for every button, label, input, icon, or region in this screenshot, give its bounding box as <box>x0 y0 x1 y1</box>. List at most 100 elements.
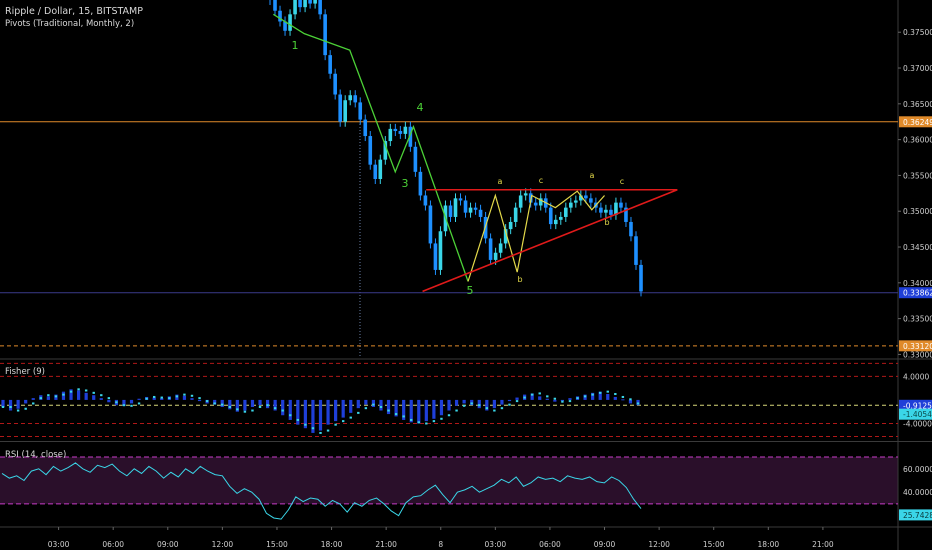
price-tag-label: 0.36249 <box>903 118 932 127</box>
fisher-trigger-dot <box>417 421 420 424</box>
fisher-bar <box>288 399 292 420</box>
fisher-trigger-dot <box>508 403 511 406</box>
fisher-bar <box>379 399 383 411</box>
fisher-bar <box>61 391 66 400</box>
fisher-trigger-dot <box>576 397 579 400</box>
fisher-bar <box>24 399 28 404</box>
fisher-bar <box>349 399 353 413</box>
fisher-trigger-dot <box>47 394 50 397</box>
candle-body <box>403 126 408 134</box>
wave-label: b <box>604 218 609 227</box>
fisher-tick-label: 4.0000 <box>903 372 929 381</box>
x-tick-label: 03:00 <box>48 540 70 549</box>
fisher-trigger-dot <box>243 410 247 413</box>
candle-body <box>569 202 573 208</box>
y-tick-label: 0.36000 <box>903 136 932 145</box>
fisher-trigger-dot <box>364 407 368 410</box>
fisher-trigger-dot <box>561 400 564 403</box>
fisher-bar <box>190 398 194 400</box>
x-tick-label: 18:00 <box>321 540 343 549</box>
fisher-bar <box>462 399 466 404</box>
fisher-bar <box>417 399 421 424</box>
fisher-trigger-dot <box>538 392 541 395</box>
candle-body <box>599 207 603 213</box>
fisher-bar <box>137 398 141 400</box>
fisher-tick-label: -4.0000 <box>903 419 932 428</box>
fisher-bar <box>492 399 496 409</box>
fisher-trigger-dot <box>334 423 337 426</box>
candle-body <box>553 219 558 225</box>
fisher-bar <box>243 399 247 411</box>
y-tick-label: 0.33000 <box>903 350 932 359</box>
fisher-bar <box>621 399 625 401</box>
wave-label: 5 <box>467 284 474 297</box>
candle-body <box>513 207 518 222</box>
fisher-trigger-dot <box>432 420 436 423</box>
candle-body <box>589 198 593 203</box>
wave-label: 3 <box>402 177 409 190</box>
fisher-bar <box>507 399 512 402</box>
y-tick-label: 0.37500 <box>903 28 932 37</box>
y-tick-label: 0.36500 <box>903 100 932 109</box>
x-tick-label: 15:00 <box>703 540 725 549</box>
fisher-trigger-dot <box>221 403 224 406</box>
fisher-trigger-dot <box>39 397 42 400</box>
candle-body <box>629 221 633 237</box>
rsi-band <box>0 457 898 504</box>
fisher-bar <box>447 399 451 411</box>
candle-body <box>353 95 358 103</box>
y-tick-label: 0.34500 <box>903 243 932 252</box>
candle-body <box>634 236 638 265</box>
x-tick-label: 21:00 <box>375 540 397 549</box>
candle-body <box>498 243 503 253</box>
x-tick-label: 21:00 <box>812 540 834 549</box>
chart-canvas[interactable]: 1 4 3 5 a b c a b c 0.37500 0.37000 0.36500 0.36000 0.… <box>0 0 932 550</box>
candle-body <box>433 243 438 270</box>
fisher-bar <box>424 399 428 422</box>
fisher-bar <box>107 399 111 403</box>
fisher-trigger-dot <box>311 427 315 430</box>
fisher-trigger-dot <box>636 402 640 405</box>
candle-body <box>313 0 317 4</box>
fisher-trigger-dot <box>425 422 428 425</box>
fisher-bar <box>364 399 368 405</box>
candle-body <box>473 207 478 210</box>
candle-body <box>488 238 493 260</box>
pivots-legend: Pivots (Traditional, Monthly, 2) <box>5 19 135 29</box>
fisher-trigger-dot <box>69 390 73 393</box>
fisher-bar <box>356 399 360 409</box>
candle-body <box>323 14 327 56</box>
fisher-trigger-dot <box>130 404 133 407</box>
fisher-trigger-dot <box>546 395 549 398</box>
candle-body <box>458 198 463 201</box>
fisher-bar <box>386 399 391 415</box>
fisher-trigger-dot <box>326 429 330 432</box>
fisher-trigger-dot <box>152 395 156 398</box>
y-tick-label: 0.35000 <box>903 207 932 216</box>
fisher-bar <box>326 399 330 425</box>
candle-body <box>288 14 292 31</box>
fisher-trigger-dot <box>410 418 413 421</box>
fisher-trigger-dot <box>160 396 163 399</box>
fisher-bar <box>296 399 300 425</box>
candle-body <box>584 195 588 199</box>
candle-body <box>463 200 468 213</box>
fisher-trigger-dot <box>523 396 526 399</box>
fisher-trigger-dot <box>470 402 473 405</box>
candle-body <box>423 195 428 206</box>
fisher-bar <box>341 399 345 418</box>
fisher-trigger-dot <box>357 411 360 414</box>
fisher-trigger-dot <box>440 417 443 420</box>
candle-body <box>293 0 297 15</box>
fisher-trigger-dot <box>583 395 587 398</box>
fisher-trigger-dot <box>493 409 496 412</box>
fisher-trigger-dot <box>319 431 322 434</box>
candle-body <box>273 0 277 11</box>
fisher-trigger-dot <box>258 405 262 408</box>
fisher-bar <box>129 399 134 404</box>
candle-body <box>338 94 342 122</box>
fisher-trigger-dot <box>205 400 209 403</box>
fisher-bar <box>99 398 103 400</box>
fisher-trigger-dot <box>553 397 557 400</box>
fisher-bar <box>613 396 617 400</box>
